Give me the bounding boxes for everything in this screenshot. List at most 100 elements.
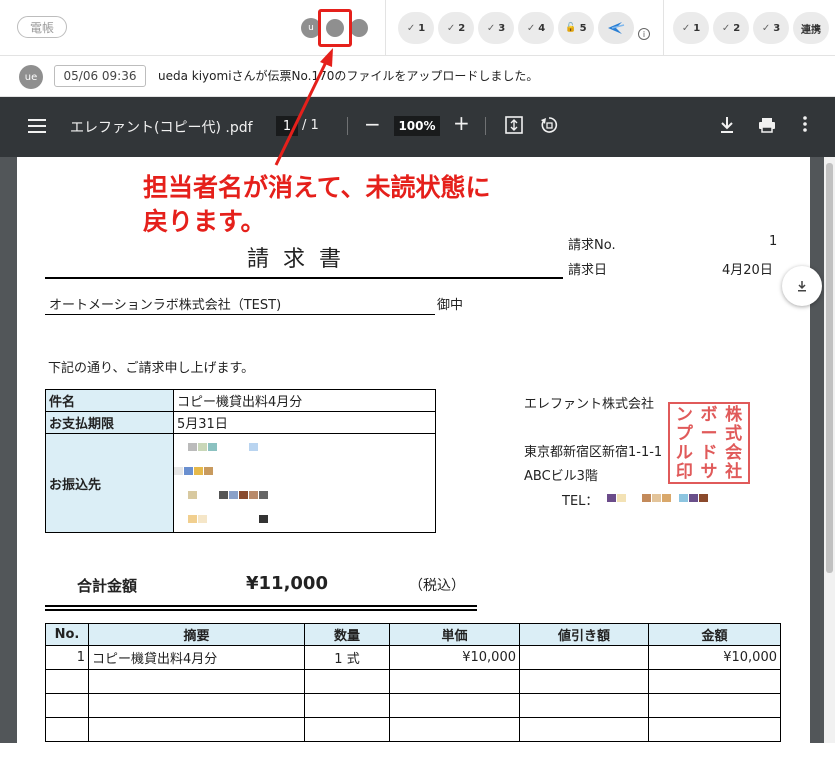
menu-icon[interactable]: [28, 119, 46, 133]
due-label: お支払期限: [45, 411, 174, 434]
step-number: 2: [733, 22, 741, 34]
file-name: エレファント(コピー代) .pdf: [70, 120, 253, 136]
sender-tel-label: TEL：: [562, 494, 599, 509]
approval-2-badge[interactable]: ✓ 2: [713, 12, 749, 44]
activity-row: ue 05/06 09:36 ueda kiyomiさんが伝票No.170のファ…: [0, 56, 835, 97]
table-row: [45, 693, 781, 718]
zoom-input[interactable]: 100%: [394, 116, 440, 136]
honorific: 御中: [437, 298, 464, 313]
step-number: 3: [498, 22, 506, 34]
subject-value: コピー機貸出料4月分: [173, 389, 436, 412]
avatar[interactable]: ue: [19, 65, 43, 89]
table-row: [45, 669, 781, 694]
sender-building: ABCビル3階: [524, 469, 598, 484]
check-icon: ✓: [681, 22, 691, 34]
download-fab-icon[interactable]: [782, 266, 822, 306]
print-icon[interactable]: [758, 117, 776, 137]
total-label: 合計金額: [77, 577, 138, 595]
lock-icon: 🔓: [565, 23, 577, 33]
divider: [485, 117, 486, 135]
sender-address: 東京都新宿区新宿1-1-1: [524, 445, 663, 460]
col-header: 金額: [648, 623, 781, 646]
check-icon: ✓: [406, 22, 416, 34]
seal-char: ン: [675, 405, 693, 425]
bank-label: お振込先: [45, 433, 174, 533]
seal-char: サ: [700, 462, 718, 482]
tag-badge[interactable]: 電帳: [17, 16, 67, 38]
col-header: 数量: [304, 623, 390, 646]
due-value: 5月31日: [173, 411, 436, 434]
step-number: 5: [579, 22, 587, 34]
invoice-no-value: 1: [769, 234, 778, 249]
intro-text: 下記の通り、ご請求申し上げます。: [48, 361, 255, 376]
sender-name: エレファント株式会社: [524, 397, 655, 412]
seal-char: 社: [725, 462, 743, 482]
timestamp: 05/06 09:36: [54, 65, 146, 87]
divider: [663, 0, 664, 56]
seal-char: ボ: [700, 405, 718, 425]
step-number: 2: [458, 22, 466, 34]
approval-3-badge[interactable]: ✓ 3: [753, 12, 789, 44]
invoice-date-value: 4月20日: [722, 263, 773, 278]
col-header: 摘要: [88, 623, 305, 646]
bird-logo-icon: [608, 22, 625, 34]
highlight-box: [318, 9, 352, 47]
step-1-badge[interactable]: ✓ 1: [398, 12, 434, 44]
page-total: / 1: [302, 118, 319, 133]
scrollbar-thumb[interactable]: [826, 163, 833, 573]
info-icon[interactable]: i: [638, 28, 650, 40]
link-badge[interactable]: 連携: [793, 12, 829, 44]
seal-char: ド: [700, 443, 718, 463]
more-vert-icon[interactable]: [803, 116, 807, 136]
divider: [385, 0, 386, 56]
cell: 1: [45, 645, 89, 670]
cell: ¥10,000: [648, 645, 781, 670]
col-header: 値引き額: [519, 623, 649, 646]
rotate-icon[interactable]: [540, 116, 558, 138]
seal-char: ル: [675, 443, 693, 463]
status-bar: 電帳 u ✓ 1 ✓ 2 ✓ 3 ✓ 4 🔓 5 i ✓ 1 ✓ 2 ✓ 3 連携: [0, 0, 835, 56]
step-4-badge[interactable]: ✓ 4: [518, 12, 554, 44]
zoom-out-icon[interactable]: −: [364, 112, 381, 136]
total-underline: [45, 609, 477, 611]
cell: [519, 645, 649, 670]
col-header: No.: [45, 623, 89, 646]
page-input[interactable]: 1: [276, 116, 298, 136]
check-icon: ✓: [526, 22, 536, 34]
check-icon: ✓: [721, 22, 731, 34]
pdf-page: 請求書 請求No. 1 請求日 4月20日 オートメーションラボ株式会社（TES…: [17, 157, 810, 757]
cell: ¥10,000: [389, 645, 520, 670]
pdf-toolbar: エレファント(コピー代) .pdf 1 / 1 − 100% +: [0, 97, 835, 157]
activity-message: ueda kiyomiさんが伝票No.170のファイルをアップロードしました。: [158, 69, 539, 83]
recipient-company: オートメーションラボ株式会社（TEST): [49, 298, 282, 313]
check-icon: ✓: [446, 22, 456, 34]
avatar-empty[interactable]: [350, 19, 368, 37]
seal-char: 株: [725, 405, 743, 425]
total-tax-note: （税込）: [409, 578, 465, 594]
step-number: 3: [773, 22, 781, 34]
download-icon[interactable]: [719, 116, 735, 138]
bank-value-redacted: [173, 433, 436, 533]
title-underline: [45, 277, 563, 279]
seal-char: 会: [725, 443, 743, 463]
step-5-badge[interactable]: 🔓 5: [558, 12, 594, 44]
seal-char: 式: [725, 424, 743, 444]
annotation-callout: 担当者名が消えて、未読状態に 戻ります。: [143, 171, 491, 239]
subject-label: 件名: [45, 389, 174, 412]
check-icon: ✓: [486, 22, 496, 34]
cell: 1 式: [304, 645, 390, 670]
seal-char: 印: [675, 462, 693, 482]
zoom-in-icon[interactable]: +: [453, 111, 470, 135]
step-number: 1: [418, 22, 426, 34]
approval-1-badge[interactable]: ✓ 1: [673, 12, 709, 44]
step-3-badge[interactable]: ✓ 3: [478, 12, 514, 44]
integration-logo-badge[interactable]: [598, 12, 634, 44]
table-row: [45, 717, 781, 742]
step-number: 1: [693, 22, 701, 34]
step-number: 4: [538, 22, 546, 34]
step-2-badge[interactable]: ✓ 2: [438, 12, 474, 44]
invoice-date-label: 請求日: [568, 263, 608, 278]
seal-char: プ: [675, 424, 693, 444]
col-header: 単価: [389, 623, 520, 646]
fit-page-icon[interactable]: [505, 116, 523, 138]
